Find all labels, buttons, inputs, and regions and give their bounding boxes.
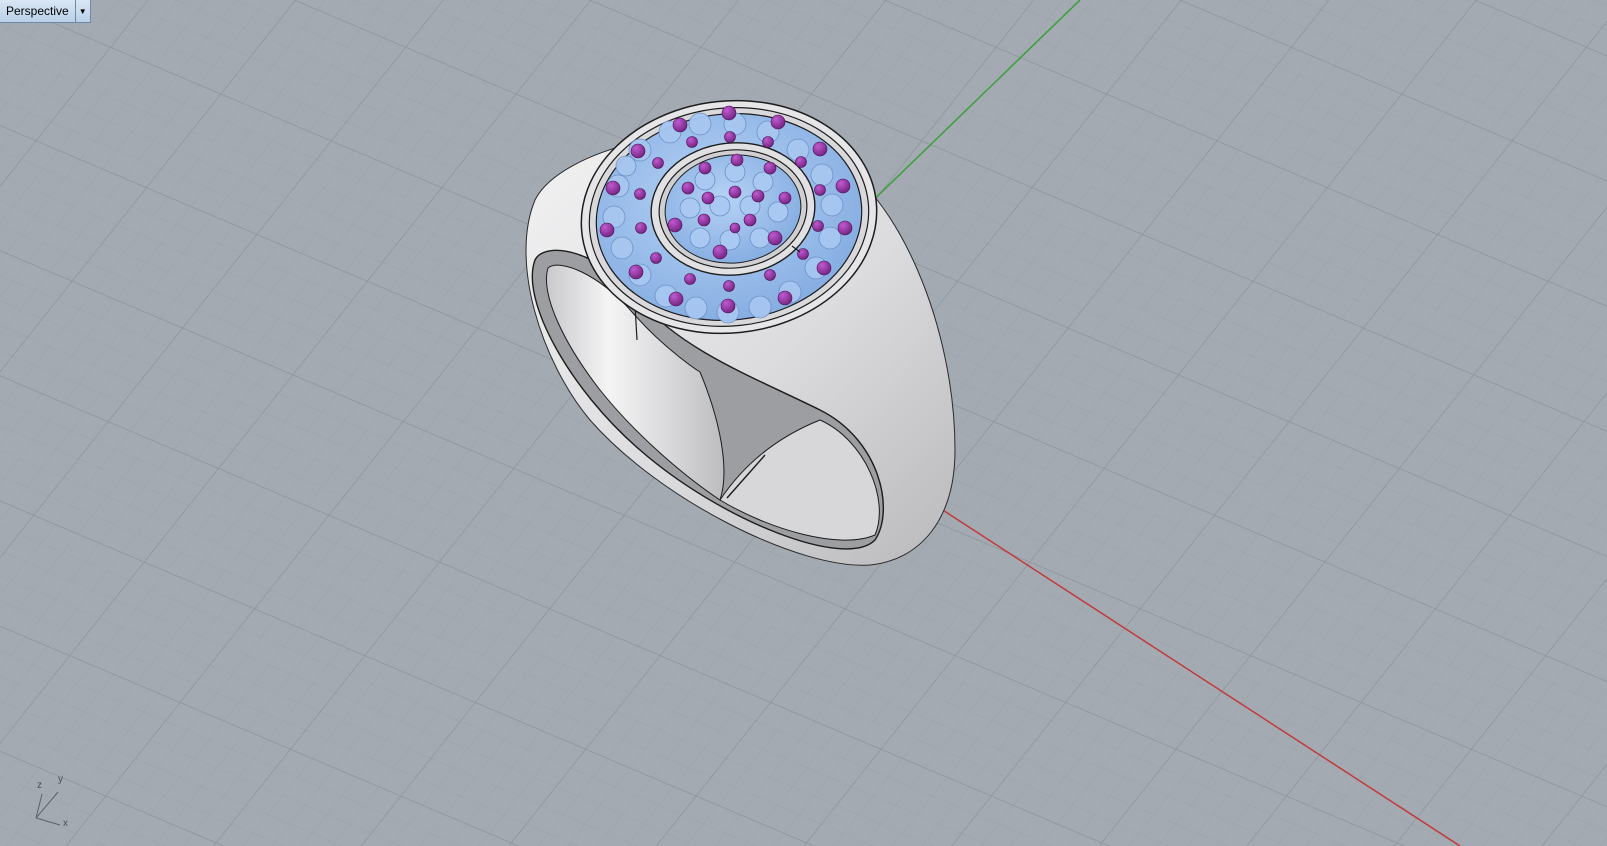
viewport-title[interactable]: Perspective [0, 0, 75, 22]
axis-label-z: z [37, 780, 42, 791]
axis-label-y: y [58, 774, 63, 785]
axis-triad: z y x [30, 774, 80, 829]
scene-canvas[interactable] [0, 0, 1607, 846]
axis-label-x: x [63, 818, 68, 829]
viewport-title-tab[interactable]: Perspective ▼ [0, 0, 91, 23]
triangle-down-icon[interactable]: ▼ [74, 0, 90, 22]
perspective-viewport[interactable]: Perspective ▼ z y x [0, 0, 1607, 846]
